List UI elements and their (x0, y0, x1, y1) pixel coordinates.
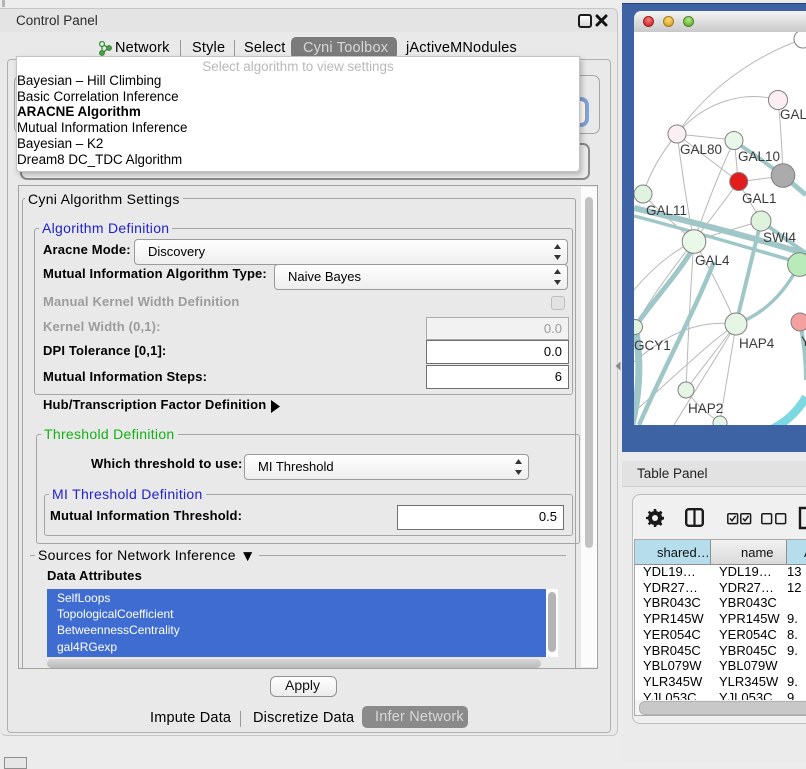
svg-text:GAL1: GAL1 (742, 191, 777, 206)
svg-text:HAP4: HAP4 (739, 336, 775, 351)
svg-text:HAP2: HAP2 (688, 401, 723, 416)
svg-text:Y: Y (801, 334, 806, 349)
svg-text:GAL7: GAL7 (780, 107, 806, 122)
svg-text:SWI4: SWI4 (763, 230, 796, 245)
svg-text:GAL80: GAL80 (680, 142, 722, 157)
svg-text:GAL10: GAL10 (738, 149, 780, 164)
svg-text:GCY1: GCY1 (634, 338, 671, 353)
svg-text:GAL4: GAL4 (695, 253, 730, 268)
svg-text:GAL11: GAL11 (646, 203, 687, 218)
